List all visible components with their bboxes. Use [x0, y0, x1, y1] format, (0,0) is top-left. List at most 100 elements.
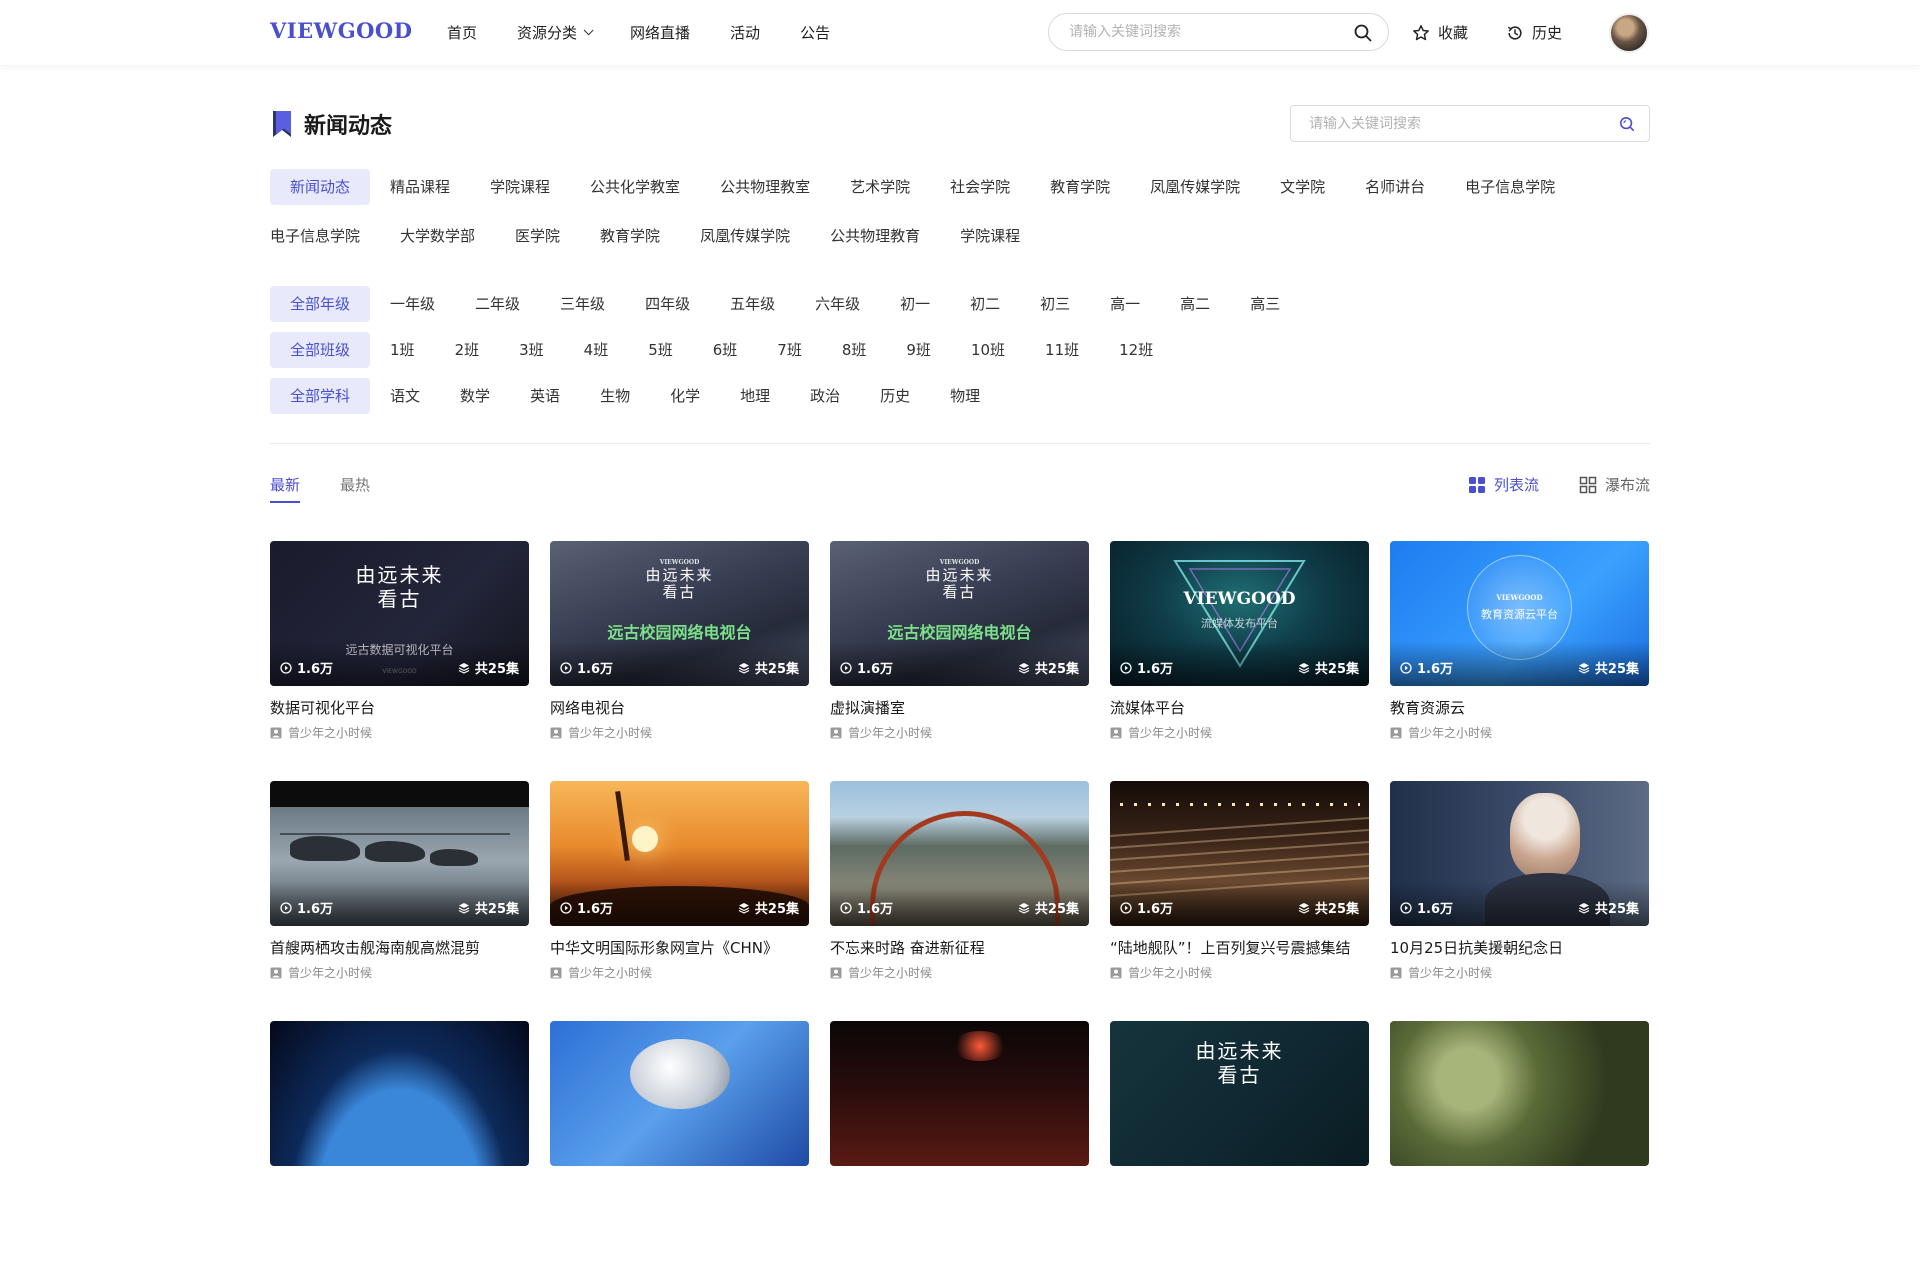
top-search-input[interactable]	[1069, 14, 1339, 50]
category-tag[interactable]: 名师讲台	[1345, 169, 1445, 205]
video-card[interactable]: 1.6万 共25集 10月25日抗美援朝纪念日 曾少年之小时候	[1390, 781, 1649, 1021]
category-tag[interactable]: 公共物理教室	[700, 169, 830, 205]
subject-tag[interactable]: 全部学科	[270, 378, 371, 414]
video-card[interactable]: VIEWGOOD 由远未来看古 远古校园网络电视台 1.6万 共25集 虚拟演播室 曾少年之…	[830, 541, 1089, 781]
video-card[interactable]	[270, 1021, 529, 1261]
category-tag[interactable]: 艺术学院	[830, 169, 930, 205]
class-tag[interactable]: 1班	[370, 332, 435, 368]
category-tag[interactable]: 学院课程	[940, 218, 1040, 254]
subject-tag[interactable]: 化学	[650, 378, 720, 414]
video-title[interactable]: “陆地舰队”！上百列复兴号震撼集结	[1110, 937, 1369, 958]
video-thumbnail[interactable]: VIEWGOOD 流媒体发布平台 1.6万 共25集	[1110, 541, 1369, 686]
video-title[interactable]: 不忘来时路 奋进新征程	[830, 937, 1089, 958]
video-card[interactable]: VIEWGOOD 教育资源云平台 1.6万 共25集 教育资源云 曾少年之小时候	[1390, 541, 1649, 781]
category-tag[interactable]: 公共物理教育	[810, 218, 940, 254]
subject-tag[interactable]: 政治	[790, 378, 860, 414]
class-tag[interactable]: 11班	[1025, 332, 1099, 368]
category-tag[interactable]: 电子信息学院	[1445, 169, 1575, 205]
video-thumbnail[interactable]: 1.6万 共25集	[1390, 781, 1649, 926]
class-tag[interactable]: 12班	[1099, 332, 1173, 368]
category-tag[interactable]: 凤凰传媒学院	[680, 218, 810, 254]
subject-tag[interactable]: 英语	[510, 378, 580, 414]
video-thumbnail[interactable]	[270, 1021, 529, 1166]
grade-tag[interactable]: 二年级	[455, 286, 540, 322]
category-tag[interactable]: 公共化学教室	[570, 169, 700, 205]
class-tag[interactable]: 7班	[757, 332, 822, 368]
video-title[interactable]: 中华文明国际形象网宣片《CHN》	[550, 937, 809, 958]
class-tag[interactable]: 8班	[822, 332, 887, 368]
waterfall-view-button[interactable]: 瀑布流	[1579, 474, 1650, 495]
category-tag[interactable]: 社会学院	[930, 169, 1030, 205]
search-icon[interactable]	[1619, 116, 1635, 136]
nav-item[interactable]: 公告	[800, 22, 830, 43]
grade-tag[interactable]: 初三	[1020, 286, 1090, 322]
video-thumbnail[interactable]: 1.6万 共25集	[270, 781, 529, 926]
subject-tag[interactable]: 物理	[930, 378, 1000, 414]
video-title[interactable]: 教育资源云	[1390, 697, 1649, 718]
class-tag[interactable]: 9班	[886, 332, 951, 368]
grade-tag[interactable]: 五年级	[710, 286, 795, 322]
class-tag[interactable]: 全部班级	[270, 332, 371, 368]
subject-tag[interactable]: 语文	[370, 378, 440, 414]
class-tag[interactable]: 5班	[628, 332, 693, 368]
grade-tag[interactable]: 六年级	[795, 286, 880, 322]
class-tag[interactable]: 6班	[693, 332, 758, 368]
category-tag[interactable]: 学院课程	[470, 169, 570, 205]
video-card[interactable]	[1390, 1021, 1649, 1261]
video-thumbnail[interactable]: 由远未来看古远古数据可视化平台VIEWGOOD1.6万共25集	[270, 541, 529, 686]
video-thumbnail[interactable]: 1.6万 共25集	[1110, 781, 1369, 926]
video-title[interactable]: 数据可视化平台	[270, 697, 529, 718]
video-card[interactable]: VIEWGOOD 流媒体发布平台 1.6万 共25集 流媒体平台 曾少年之小时候	[1110, 541, 1369, 781]
favorites-button[interactable]: 收藏	[1412, 22, 1468, 43]
video-thumbnail[interactable]: 1.6万 共25集	[550, 781, 809, 926]
grade-tag[interactable]: 四年级	[625, 286, 710, 322]
category-tag[interactable]: 凤凰传媒学院	[1130, 169, 1260, 205]
video-thumbnail[interactable]	[830, 1021, 1089, 1166]
class-tag[interactable]: 3班	[499, 332, 564, 368]
video-thumbnail[interactable]	[1390, 1021, 1649, 1166]
video-card[interactable]	[830, 1021, 1089, 1261]
nav-item[interactable]: 首页	[447, 22, 477, 43]
subject-tag[interactable]: 生物	[580, 378, 650, 414]
video-card[interactable]: 由远未来看古	[1110, 1021, 1369, 1261]
class-tag[interactable]: 4班	[564, 332, 629, 368]
video-thumbnail[interactable]	[550, 1021, 809, 1166]
grade-tag[interactable]: 高二	[1160, 286, 1230, 322]
video-card[interactable]: 由远未来看古远古数据可视化平台VIEWGOOD1.6万共25集数据可视化平台曾少…	[270, 541, 529, 781]
grade-tag[interactable]: 初一	[880, 286, 950, 322]
video-thumbnail[interactable]: 由远未来看古	[1110, 1021, 1369, 1166]
grade-tag[interactable]: 高一	[1090, 286, 1160, 322]
subject-tag[interactable]: 历史	[860, 378, 930, 414]
category-tag[interactable]: 教育学院	[1030, 169, 1130, 205]
video-thumbnail[interactable]: VIEWGOOD 由远未来看古 远古校园网络电视台 1.6万 共25集	[550, 541, 809, 686]
category-tag[interactable]: 电子信息学院	[270, 218, 380, 254]
video-card[interactable]: 1.6万 共25集 中华文明国际形象网宣片《CHN》 曾少年之小时候	[550, 781, 809, 1021]
video-card[interactable]: 1.6万 共25集 “陆地舰队”！上百列复兴号震撼集结 曾少年之小时候	[1110, 781, 1369, 1021]
category-tag[interactable]: 教育学院	[580, 218, 680, 254]
category-tag[interactable]: 医学院	[495, 218, 580, 254]
class-tag[interactable]: 2班	[435, 332, 500, 368]
video-card[interactable]: VIEWGOOD 由远未来看古 远古校园网络电视台 1.6万 共25集 网络电视台 曾少年之…	[550, 541, 809, 781]
category-tag[interactable]: 文学院	[1260, 169, 1345, 205]
grade-tag[interactable]: 全部年级	[270, 286, 371, 322]
grade-tag[interactable]: 三年级	[540, 286, 625, 322]
category-tag[interactable]: 新闻动态	[270, 169, 371, 205]
class-tag[interactable]: 10班	[951, 332, 1025, 368]
video-thumbnail[interactable]: VIEWGOOD 由远未来看古 远古校园网络电视台 1.6万 共25集	[830, 541, 1089, 686]
sort-hottest[interactable]: 最热	[340, 474, 370, 503]
video-title[interactable]: 虚拟演播室	[830, 697, 1089, 718]
avatar[interactable]	[1609, 13, 1649, 53]
video-title[interactable]: 流媒体平台	[1110, 697, 1369, 718]
video-card[interactable]	[550, 1021, 809, 1261]
nav-item[interactable]: 活动	[730, 22, 760, 43]
video-title[interactable]: 网络电视台	[550, 697, 809, 718]
subject-tag[interactable]: 地理	[720, 378, 790, 414]
list-view-button[interactable]: 列表流	[1468, 474, 1539, 495]
subject-tag[interactable]: 数学	[440, 378, 510, 414]
category-tag[interactable]: 大学数学部	[380, 218, 495, 254]
video-card[interactable]: 1.6万 共25集 不忘来时路 奋进新征程 曾少年之小时候	[830, 781, 1089, 1021]
video-card[interactable]: 1.6万 共25集 首艘两栖攻击舰海南舰高燃混剪 曾少年之小时候	[270, 781, 529, 1021]
category-tag[interactable]: 精品课程	[370, 169, 470, 205]
grade-tag[interactable]: 高三	[1230, 286, 1300, 322]
grade-tag[interactable]: 一年级	[370, 286, 455, 322]
